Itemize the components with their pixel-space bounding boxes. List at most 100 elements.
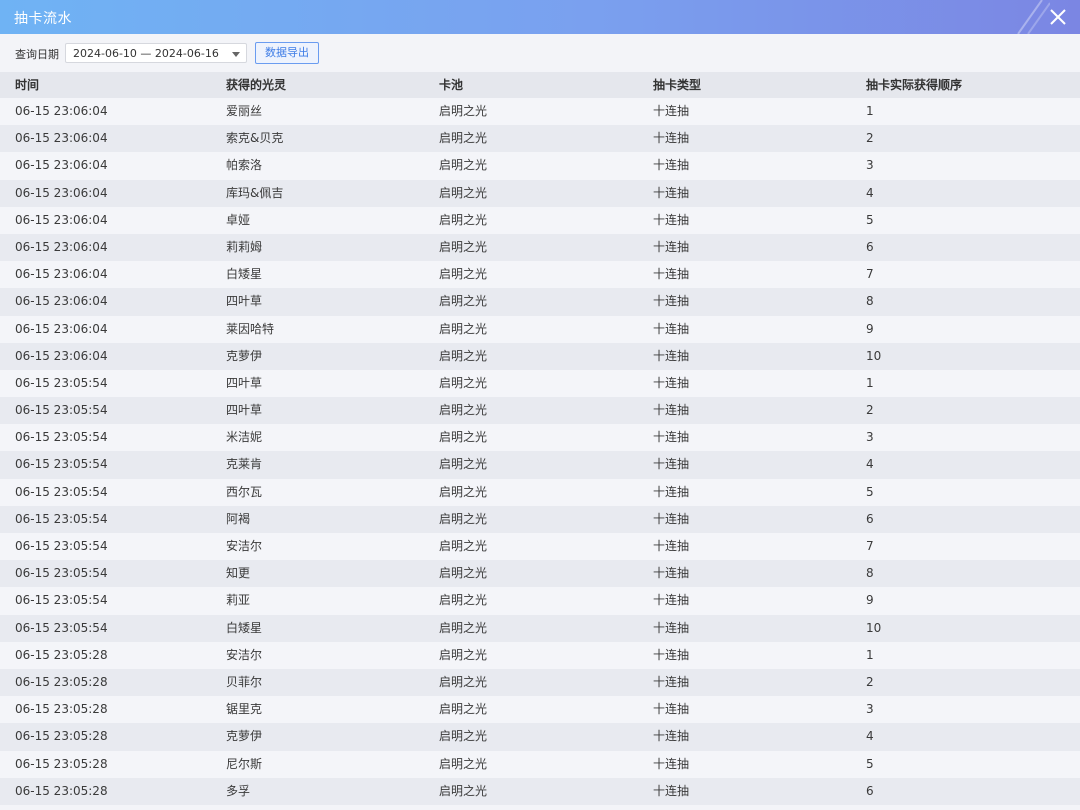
table-row: 06-15 23:05:54 四叶草 启明之光 十连抽 1 [0, 369, 1080, 398]
date-range-picker[interactable]: 2024-06-10 — 2024-06-16 [65, 43, 247, 63]
time-cell: 06-15 23:05:54 [15, 620, 108, 635]
pool-cell: 启明之光 [439, 185, 488, 200]
draw-type-cell: 十连抽 [653, 267, 690, 282]
time-cell: 06-15 23:06:04 [15, 348, 108, 363]
window-title: 抽卡流水 [14, 11, 72, 27]
pool-cell: 启明之光 [439, 674, 488, 689]
draw-type-cell: 十连抽 [653, 158, 690, 173]
table-row: 06-15 23:05:54 米洁妮 启明之光 十连抽 3 [0, 424, 1080, 452]
pool-cell: 启明之光 [439, 321, 488, 336]
table-row: 06-15 23:06:04 白矮星 启明之光 十连抽 7 [0, 261, 1080, 289]
order-cell: 6 [866, 783, 874, 798]
draw-type-cell: 十连抽 [653, 511, 690, 526]
chevron-down-icon [232, 52, 240, 57]
column-header-pool: 卡池 [439, 78, 464, 92]
time-cell: 06-15 23:05:54 [15, 430, 108, 445]
time-cell: 06-15 23:05:54 [15, 511, 108, 526]
draw-type-cell: 十连抽 [653, 593, 690, 608]
character-cell: 四叶草 [226, 294, 263, 309]
toolbar: 查询日期 2024-06-10 — 2024-06-16 数据导出 [0, 34, 1080, 72]
draw-type-cell: 十连抽 [653, 430, 690, 445]
order-cell: 10 [866, 348, 882, 363]
character-cell: 锯里克 [226, 702, 263, 717]
time-cell: 06-15 23:05:28 [15, 702, 108, 717]
date-range-value: 2024-06-10 — 2024-06-16 [73, 47, 219, 60]
character-cell: 四叶草 [226, 403, 263, 418]
draw-type-cell: 十连抽 [653, 131, 690, 146]
character-cell: 莱因哈特 [226, 321, 275, 336]
character-cell: 克莱肯 [226, 457, 263, 472]
table-row: 06-15 23:05:54 白矮星 启明之光 十连抽 10 [0, 614, 1080, 642]
character-cell: 白矮星 [226, 267, 263, 282]
character-cell: 阿褐 [226, 511, 251, 526]
character-cell: 卓娅 [226, 212, 251, 227]
table-row: 06-15 23:05:54 莉亚 启明之光 十连抽 9 [0, 587, 1080, 615]
character-cell: 克萝伊 [226, 348, 263, 363]
character-cell: 多孚 [226, 783, 251, 798]
pool-cell: 启明之光 [439, 239, 488, 254]
draw-type-cell: 十连抽 [653, 620, 690, 635]
order-cell: 6 [866, 511, 874, 526]
draw-type-cell: 十连抽 [653, 212, 690, 227]
draw-type-cell: 十连抽 [653, 566, 690, 581]
draw-type-cell: 十连抽 [653, 702, 690, 717]
order-cell: 9 [866, 321, 874, 336]
draw-type-cell: 十连抽 [653, 783, 690, 798]
draw-type-cell: 十连抽 [653, 539, 690, 553]
character-cell: 莉莉姆 [226, 239, 263, 254]
time-cell: 06-15 23:06:04 [15, 321, 108, 336]
time-cell: 06-15 23:06:04 [15, 131, 108, 146]
order-cell: 7 [866, 539, 874, 553]
time-cell: 06-15 23:06:04 [15, 185, 108, 200]
order-cell: 3 [866, 158, 874, 173]
table-row: 06-15 23:06:04 莉莉姆 启明之光 十连抽 6 [0, 233, 1080, 262]
table-header: 时间 获得的光灵 卡池 抽卡类型 抽卡实际获得顺序 [0, 72, 1080, 98]
pool-cell: 启明之光 [439, 511, 488, 526]
pool-cell: 启明之光 [439, 131, 488, 146]
order-cell: 6 [866, 239, 874, 254]
table-row: 06-15 23:06:04 莱因哈特 启明之光 十连抽 9 [0, 315, 1080, 343]
time-cell: 06-15 23:05:54 [15, 457, 108, 472]
close-icon[interactable] [1046, 5, 1070, 29]
order-cell: 1 [866, 104, 874, 118]
draw-type-cell: 十连抽 [653, 647, 690, 662]
table-row: 06-15 23:05:28 尼尔斯 启明之光 十连抽 5 [0, 750, 1080, 778]
time-cell: 06-15 23:06:04 [15, 239, 108, 254]
time-cell: 06-15 23:05:28 [15, 647, 108, 662]
table-row: 06-15 23:05:28 锯里克 启明之光 十连抽 3 [0, 696, 1080, 724]
character-cell: 尼尔斯 [226, 756, 263, 771]
table-row: 06-15 23:05:54 克莱肯 启明之光 十连抽 4 [0, 451, 1080, 479]
table-row: 06-15 23:06:04 爱丽丝 启明之光 十连抽 1 [0, 98, 1080, 126]
table-row: 06-15 23:05:54 知更 启明之光 十连抽 8 [0, 560, 1080, 588]
export-button[interactable]: 数据导出 [255, 42, 319, 64]
character-cell: 帕索洛 [226, 158, 263, 173]
draw-type-cell: 十连抽 [653, 674, 690, 689]
draw-type-cell: 十连抽 [653, 239, 690, 254]
character-cell: 索克&贝克 [226, 131, 284, 146]
order-cell: 4 [866, 457, 874, 472]
draw-type-cell: 十连抽 [653, 185, 690, 200]
character-cell: 西尔瓦 [226, 484, 263, 499]
table-row: 06-15 23:05:54 四叶草 启明之光 十连抽 2 [0, 397, 1080, 425]
order-cell: 10 [866, 620, 882, 635]
query-date-label: 查询日期 [15, 48, 59, 61]
time-cell: 06-15 23:05:54 [15, 484, 108, 499]
column-header-draw-type: 抽卡类型 [653, 78, 702, 92]
pool-cell: 启明之光 [439, 430, 488, 445]
table-row: 06-15 23:06:04 帕索洛 启明之光 十连抽 3 [0, 152, 1080, 180]
pool-cell: 启明之光 [439, 484, 488, 499]
order-cell: 5 [866, 484, 874, 499]
order-cell: 7 [866, 267, 874, 282]
pool-cell: 启明之光 [439, 783, 488, 798]
order-cell: 2 [866, 403, 874, 418]
table-body: 06-15 23:06:04 爱丽丝 启明之光 十连抽 1 06-15 23:06:04 索… [0, 98, 1080, 805]
table-row: 06-15 23:05:54 阿褐 启明之光 十连抽 6 [0, 505, 1080, 533]
pool-cell: 启明之光 [439, 104, 488, 118]
draw-type-cell: 十连抽 [653, 756, 690, 771]
order-cell: 4 [866, 729, 874, 744]
pool-cell: 启明之光 [439, 212, 488, 227]
character-cell: 莉亚 [226, 593, 251, 608]
time-cell: 06-15 23:05:28 [15, 729, 108, 744]
draw-type-cell: 十连抽 [653, 321, 690, 336]
draw-type-cell: 十连抽 [653, 104, 690, 118]
